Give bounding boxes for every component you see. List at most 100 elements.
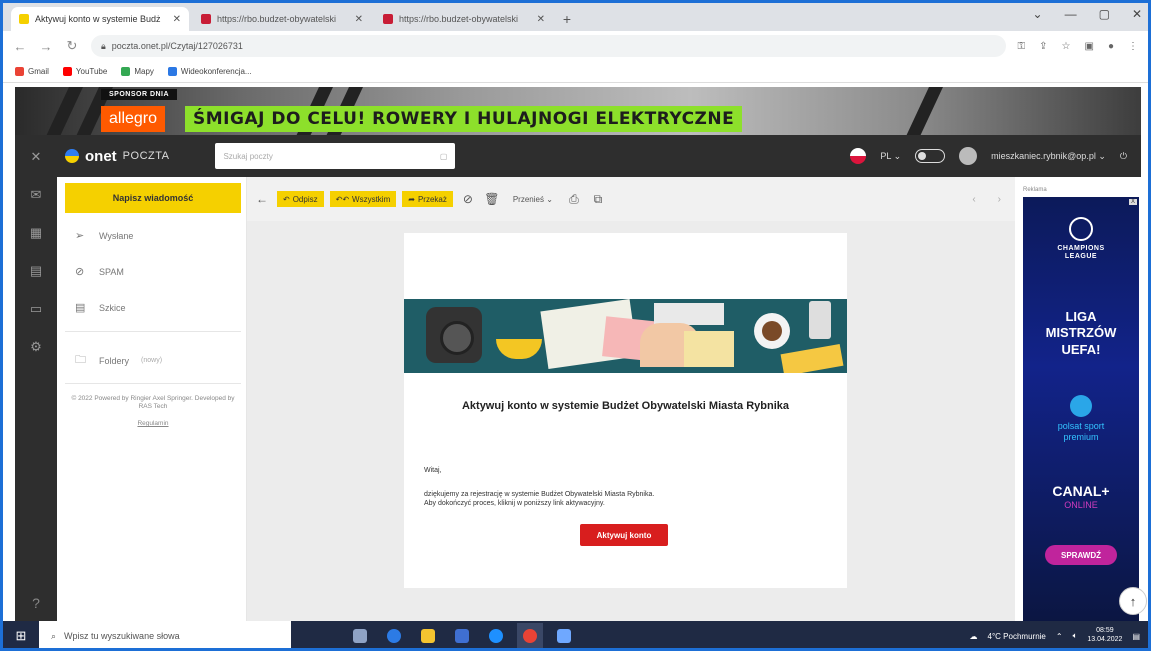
tab-favicon-icon (201, 14, 211, 24)
windows-start-icon[interactable]: ⊞ (3, 628, 39, 644)
taskbar-search-input[interactable]: ⌕ Wpisz tu wyszukiwane słowa (39, 621, 291, 648)
reload-icon[interactable]: ↻ (65, 38, 79, 54)
edge-icon[interactable] (381, 623, 407, 648)
close-icon[interactable]: ✕ (31, 149, 42, 165)
ad-cta-button[interactable]: SPRAWDŹ (1045, 545, 1117, 565)
key-icon[interactable]: ⚿ (1018, 41, 1026, 52)
notes-icon[interactable]: ▤ (30, 263, 42, 279)
prev-icon[interactable]: ‹ (972, 194, 975, 205)
keyboard-graphic (654, 303, 724, 325)
email-greeting: Witaj, (424, 467, 442, 474)
onet-logo-icon (65, 149, 79, 163)
weather-text[interactable]: 4°C Pochmurnie (988, 632, 1046, 641)
bookmark-youtube[interactable]: YouTube (62, 67, 107, 76)
forward-button[interactable]: ➦ Przekaż (402, 191, 453, 207)
browser-tab-active[interactable]: Aktywuj konto w systemie Budż ✕ (11, 7, 189, 31)
sidebar-item-spam[interactable]: ⊘ SPAM (75, 265, 124, 278)
sidebar-footer: © 2022 Powered by Ringier Axel Springer.… (65, 395, 241, 428)
sidebar-item-folders[interactable]: 🗀︎ Foldery (nowy) (75, 351, 162, 370)
terms-link[interactable]: Regulamin (65, 420, 241, 428)
theme-toggle[interactable] (915, 149, 946, 163)
profile-icon[interactable]: ● (1108, 41, 1114, 52)
champions-league-logo: CHAMPIONS LEAGUE (1023, 217, 1139, 262)
popout-icon[interactable]: ⧉ (589, 192, 607, 207)
search-icon[interactable]: ▢ (440, 152, 448, 161)
tab-search-icon[interactable]: ⌄ (1033, 7, 1043, 21)
window-controls: ⌄ — ▢ ✕ (1033, 7, 1142, 21)
store-icon[interactable] (449, 623, 475, 648)
close-icon[interactable]: ✕ (537, 14, 545, 25)
calendar-icon[interactable]: ▦ (30, 225, 42, 241)
browser-tab[interactable]: https://rbo.budzet-obywatelski ✕ (193, 7, 371, 31)
app-icon[interactable] (483, 623, 509, 648)
folder-icon: 🗀︎ (75, 354, 86, 366)
file-explorer-icon[interactable] (415, 623, 441, 648)
reply-icon: ↶ (283, 194, 290, 204)
language-select[interactable]: PL ⌄ (880, 151, 901, 162)
search-input[interactable]: Szukaj poczty ▢ (215, 143, 456, 169)
gmail-icon (15, 67, 24, 76)
camera-graphic (426, 307, 482, 363)
share-icon[interactable]: ⇪ (1039, 41, 1047, 52)
close-icon[interactable]: ✕ (173, 14, 181, 25)
avatar[interactable] (959, 147, 978, 165)
polsat-logo: polsat sport premium (1023, 395, 1139, 443)
onet-logo[interactable]: onet POCZTA (65, 148, 169, 165)
settings-icon[interactable]: ⚙ (30, 339, 42, 355)
spam-icon[interactable]: ⊘ (459, 192, 477, 206)
power-icon[interactable]: ⏻ (1120, 151, 1127, 162)
address-bar: ← → ↻ 🔒︎ poczta.onet.pl/Czytaj/127026731… (3, 31, 1148, 61)
bookmark-gmail[interactable]: Gmail (15, 67, 49, 76)
volume-icon[interactable]: 🔈︎ (1073, 631, 1078, 641)
print-icon[interactable]: ⎙ (565, 192, 583, 207)
sidebar-item-drafts[interactable]: ▤ Szkice (75, 301, 126, 314)
activate-account-button[interactable]: Aktywuj konto (580, 524, 668, 546)
banana-graphic (496, 339, 542, 359)
tab-title: https://rbo.budzet-obywatelski (217, 14, 337, 24)
app-icon[interactable] (551, 623, 577, 648)
task-view-icon[interactable] (347, 623, 373, 648)
back-arrow-icon[interactable]: ← (253, 192, 271, 206)
ad-column: Reklama X CHAMPIONS LEAGUE LIGA MISTRZÓW… (1015, 177, 1141, 621)
sidebar-item-sent[interactable]: ➢ Wysłane (75, 229, 133, 242)
bookmark-video[interactable]: Wideokonferencja... (167, 67, 252, 76)
next-icon[interactable]: › (998, 194, 1001, 205)
bookmark-maps[interactable]: Mapy (121, 67, 154, 76)
star-icon[interactable]: ☆ (1062, 41, 1071, 52)
message-toolbar: ← ↶ Odpisz ↶↶ Wszystkim ➦ Przekaż ⊘ 🗑︎ Prze… (247, 177, 1015, 221)
pencil-graphic (780, 343, 844, 373)
mail-icon[interactable]: ✉ (31, 187, 42, 203)
reply-all-button[interactable]: ↶↶ Wszystkim (329, 191, 397, 207)
url-field[interactable]: 🔒︎ poczta.onet.pl/Czytaj/127026731 (91, 35, 1006, 57)
compose-button[interactable]: Napisz wiadomość (65, 183, 241, 213)
extensions-icon[interactable]: ▣ (1085, 41, 1094, 52)
menu-icon[interactable]: ⋮ (1128, 41, 1138, 52)
close-icon[interactable]: ✕ (355, 14, 363, 25)
clock[interactable]: 08:59 13.04.2022 (1087, 627, 1122, 645)
maximize-icon[interactable]: ▢ (1099, 7, 1110, 21)
system-tray: ☁ 4°C Pochmurnie ⌃ 🔈︎ 08:59 13.04.2022 ▤ (970, 627, 1148, 645)
cards-icon[interactable]: ▭ (30, 301, 42, 317)
phone-graphic (809, 301, 831, 339)
close-window-icon[interactable]: ✕ (1132, 7, 1142, 21)
move-dropdown[interactable]: Przenieś ⌄ (507, 195, 559, 204)
forward-icon[interactable]: → (39, 39, 53, 54)
ad-close-icon[interactable]: X (1128, 199, 1137, 205)
help-icon[interactable]: ? (32, 595, 40, 611)
user-email[interactable]: mieszkaniec.rybnik@op.pl ⌄ (991, 151, 1106, 162)
pager: ‹ › (972, 194, 1015, 205)
sponsor-banner[interactable]: SPONSOR DNIA allegro ŚMIGAJ DO CELU! ROW… (15, 87, 1141, 135)
tray-chevron-icon[interactable]: ⌃ (1056, 632, 1063, 641)
chrome-icon[interactable] (517, 623, 543, 648)
minimize-icon[interactable]: — (1065, 7, 1077, 21)
browser-tab[interactable]: https://rbo.budzet-obywatelski ✕ (375, 7, 553, 31)
divider (65, 383, 241, 384)
scroll-to-top-button[interactable]: ↑ (1119, 587, 1147, 615)
ad-banner[interactable]: X CHAMPIONS LEAGUE LIGA MISTRZÓW UEFA! p… (1023, 197, 1139, 621)
delete-icon[interactable]: 🗑︎ (483, 192, 501, 206)
notifications-icon[interactable]: ▤ (1132, 632, 1140, 641)
new-tab-icon[interactable]: + (557, 7, 577, 31)
back-icon[interactable]: ← (13, 39, 27, 54)
sponsor-label: SPONSOR DNIA (101, 89, 178, 100)
reply-button[interactable]: ↶ Odpisz (277, 191, 324, 207)
